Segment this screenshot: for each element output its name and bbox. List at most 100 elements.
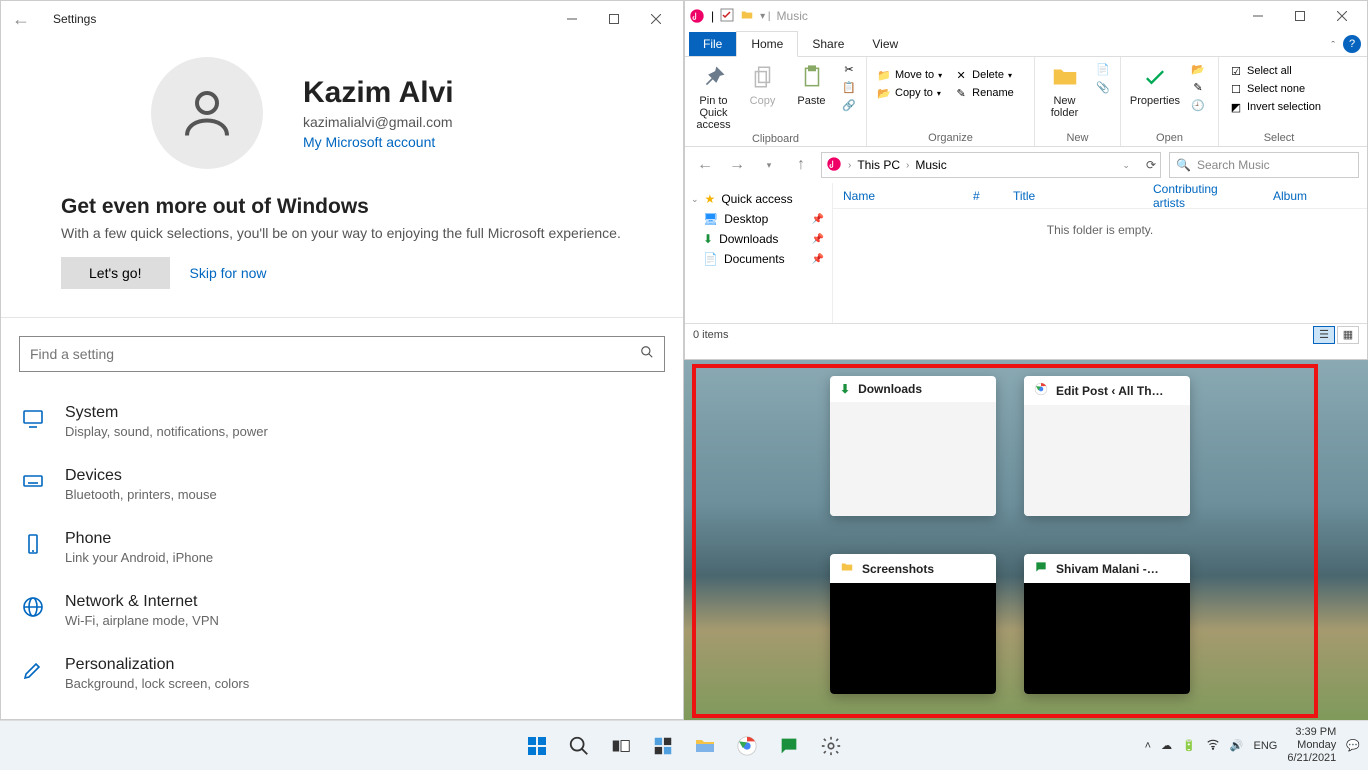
chevron-down-icon[interactable]: ⌄ <box>1122 160 1130 171</box>
snap-card-downloads[interactable]: ⬇Downloads <box>830 376 996 516</box>
col-artists[interactable]: Contributing artists <box>1143 182 1263 210</box>
nav-up-button[interactable]: ↑ <box>789 153 813 177</box>
copy-to-button[interactable]: 📂Copy to▾ <box>873 85 946 101</box>
col-num[interactable]: # <box>963 189 1003 203</box>
music-app-icon <box>689 8 705 24</box>
explorer-maximize-button[interactable] <box>1279 2 1321 30</box>
category-personalization[interactable]: PersonalizationBackground, lock screen, … <box>19 642 665 705</box>
maximize-button[interactable] <box>593 5 635 33</box>
col-title[interactable]: Title <box>1003 189 1143 203</box>
address-bar[interactable]: › This PC › Music ⌄ ⟳ <box>821 152 1161 178</box>
breadcrumb-music[interactable]: Music <box>915 158 946 172</box>
qat-checkbox-icon[interactable] <box>720 8 734 25</box>
battery-icon[interactable]: 🔋 <box>1182 739 1196 752</box>
category-system[interactable]: SystemDisplay, sound, notifications, pow… <box>19 390 665 453</box>
tray-chevron-up-icon[interactable]: ˄ <box>1145 740 1151 752</box>
chevron-up-icon[interactable]: ˆ <box>1331 40 1335 52</box>
nav-desktop[interactable]: 🖥Desktop📌 <box>689 209 828 229</box>
snap-card-chat[interactable]: Shivam Malani -… <box>1024 554 1190 694</box>
tab-view[interactable]: View <box>858 32 912 56</box>
help-button[interactable]: ? <box>1343 35 1361 53</box>
search-placeholder: Search Music <box>1197 158 1270 172</box>
open-button[interactable]: 📂 <box>1187 61 1209 77</box>
snap-card-screenshots[interactable]: Screenshots <box>830 554 996 694</box>
clock[interactable]: 3:39 PM Monday 6/21/2021 <box>1287 726 1336 766</box>
taskbar[interactable]: ˄ ☁ 🔋 🔊 ENG 3:39 PM Monday 6/21/2021 💬 <box>0 720 1368 770</box>
paste-icon <box>796 61 828 93</box>
new-item-button[interactable]: 📄 <box>1092 61 1114 77</box>
paste-button[interactable]: Paste <box>789 61 834 107</box>
properties-button[interactable]: Properties <box>1127 61 1183 107</box>
nav-back-button[interactable]: ← <box>693 153 717 177</box>
search-button[interactable] <box>565 732 593 760</box>
settings-search[interactable] <box>19 336 665 372</box>
start-button[interactable] <box>523 732 551 760</box>
navigation-pane[interactable]: ⌄ ★ Quick access 🖥Desktop📌 ⬇Downloads📌 📄… <box>685 183 833 323</box>
onedrive-icon[interactable]: ☁ <box>1161 739 1172 752</box>
settings-button[interactable] <box>817 732 845 760</box>
widgets-button[interactable] <box>649 732 677 760</box>
back-button[interactable]: ← <box>7 5 35 33</box>
nav-recent-button[interactable]: ▾ <box>757 153 781 177</box>
edit-button[interactable]: ✎ <box>1187 79 1209 95</box>
new-folder-button[interactable]: New folder <box>1041 61 1088 119</box>
copy-path-button[interactable]: 📋 <box>838 79 860 95</box>
monitor-icon <box>19 404 47 432</box>
view-details-button[interactable]: ☰ <box>1313 326 1335 344</box>
move-to-button[interactable]: 📁Move to▾ <box>873 67 946 83</box>
skip-link[interactable]: Skip for now <box>190 265 267 281</box>
phone-icon <box>19 530 47 558</box>
tab-home[interactable]: Home <box>736 31 798 57</box>
notifications-icon[interactable]: 💬 <box>1346 739 1360 752</box>
minimize-button[interactable] <box>551 5 593 33</box>
avatar[interactable] <box>151 57 263 169</box>
select-none-button[interactable]: ☐Select none <box>1225 81 1325 97</box>
qat-folder-icon[interactable] <box>740 8 754 25</box>
microsoft-account-link[interactable]: My Microsoft account <box>303 134 454 150</box>
promo-sub: With a few quick selections, you'll be o… <box>61 225 623 241</box>
snap-card-edit-post[interactable]: Edit Post ‹ All Th… <box>1024 376 1190 516</box>
language-indicator[interactable]: ENG <box>1254 740 1278 752</box>
tab-file[interactable]: File <box>689 32 736 56</box>
close-button[interactable] <box>635 5 677 33</box>
select-all-icon: ☑ <box>1229 64 1243 78</box>
nav-documents[interactable]: 📄Documents📌 <box>689 249 828 269</box>
file-explorer-button[interactable] <box>691 732 719 760</box>
new-item-icon: 📄 <box>1096 62 1110 76</box>
settings-search-input[interactable] <box>30 346 640 362</box>
history-button[interactable]: 🕘 <box>1187 97 1209 113</box>
volume-icon[interactable]: 🔊 <box>1230 739 1244 752</box>
easy-access-button[interactable]: 📎 <box>1092 79 1114 95</box>
explorer-minimize-button[interactable] <box>1237 2 1279 30</box>
rename-button[interactable]: ✎Rename <box>950 85 1018 101</box>
file-list[interactable]: Name # Title Contributing artists Album … <box>833 183 1367 323</box>
refresh-icon[interactable]: ⟳ <box>1146 158 1156 172</box>
view-icons-button[interactable]: ▦ <box>1337 326 1359 344</box>
wifi-icon[interactable] <box>1206 737 1220 754</box>
chat-button[interactable] <box>775 732 803 760</box>
nav-quick-access[interactable]: ⌄ ★ Quick access <box>689 189 828 209</box>
select-all-button[interactable]: ☑Select all <box>1225 63 1325 79</box>
copy-button[interactable]: Copy <box>740 61 785 107</box>
nav-downloads[interactable]: ⬇Downloads📌 <box>689 229 828 249</box>
chrome-button[interactable] <box>733 732 761 760</box>
col-name[interactable]: Name <box>833 189 963 203</box>
pin-to-quick-access-button[interactable]: Pin to Quick access <box>691 61 736 131</box>
category-phone[interactable]: PhoneLink your Android, iPhone <box>19 516 665 579</box>
breadcrumb-this-pc[interactable]: This PC <box>857 158 900 172</box>
category-devices[interactable]: DevicesBluetooth, printers, mouse <box>19 453 665 516</box>
category-network[interactable]: Network & InternetWi-Fi, airplane mode, … <box>19 579 665 642</box>
invert-selection-button[interactable]: ◩Invert selection <box>1225 99 1325 115</box>
explorer-close-button[interactable] <box>1321 2 1363 30</box>
delete-button[interactable]: ✕Delete▾ <box>950 67 1018 83</box>
cut-button[interactable]: ✂ <box>838 61 860 77</box>
nav-forward-button[interactable]: → <box>725 153 749 177</box>
explorer-search[interactable]: 🔍 Search Music <box>1169 152 1359 178</box>
lets-go-button[interactable]: Let's go! <box>61 257 170 289</box>
paste-shortcut-button[interactable]: 🔗 <box>838 97 860 113</box>
task-view-button[interactable] <box>607 732 635 760</box>
select-none-icon: ☐ <box>1229 82 1243 96</box>
tab-share[interactable]: Share <box>798 32 858 56</box>
col-album[interactable]: Album <box>1263 189 1317 203</box>
column-headers[interactable]: Name # Title Contributing artists Album <box>833 183 1367 209</box>
